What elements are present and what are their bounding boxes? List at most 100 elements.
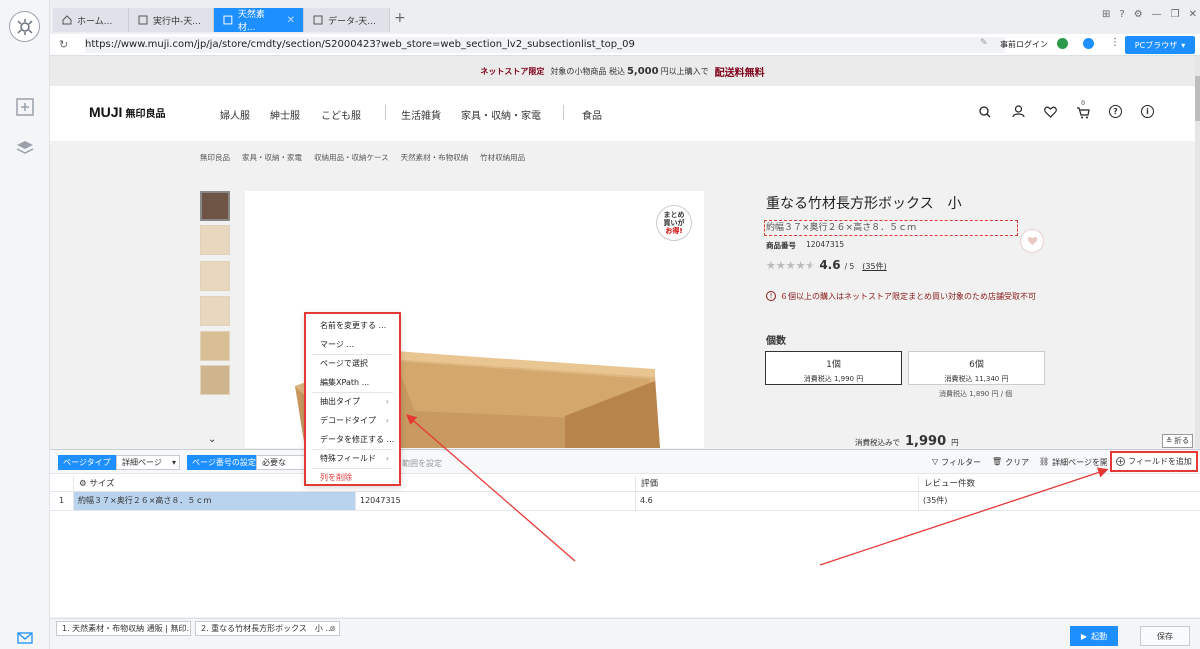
- pre-login-link[interactable]: 事前ログイン: [1000, 39, 1048, 50]
- thumbnail-2[interactable]: [200, 225, 230, 255]
- menu-item-modify-data[interactable]: データを修正する ...: [306, 430, 399, 449]
- breadcrumb-item[interactable]: 収納用品・収納ケース: [314, 152, 389, 163]
- muji-logo[interactable]: MUJI 無印良品: [89, 104, 165, 120]
- column-header-rating[interactable]: 評価: [635, 476, 918, 492]
- menu-item-decode-type[interactable]: デコードタイプ ›: [306, 411, 399, 430]
- page-scrollbar[interactable]: [1195, 56, 1200, 448]
- clear-button[interactable]: 🗑 クリア: [992, 457, 1029, 468]
- review-count-link[interactable]: (35件): [862, 261, 886, 272]
- close-icon[interactable]: ⊗: [329, 622, 336, 635]
- nav-furniture[interactable]: 家具・収納・家電: [461, 107, 541, 122]
- tab-label: ホーム...: [77, 16, 113, 27]
- save-button[interactable]: 保存: [1140, 626, 1190, 646]
- breadcrumb-item[interactable]: 天然素材・布物収納: [401, 152, 469, 163]
- thumbnail-5[interactable]: [200, 331, 230, 361]
- thumbnail-3[interactable]: [200, 261, 230, 291]
- page-type-value: 詳細ページ: [122, 458, 162, 467]
- nav-kids[interactable]: こども服: [321, 107, 361, 122]
- rating-row: ★★★★★ ★★★★★ 4.6 / 5 (35件): [766, 258, 887, 272]
- add-field-button[interactable]: + フィールドを追加: [1110, 451, 1198, 472]
- range-setting-link[interactable]: 範囲を設定: [402, 458, 442, 469]
- row-index: 1: [58, 496, 65, 505]
- web-page-view: ネットストア限定 対象の小物商品 税込 5,000 円以上購入で 配送料無料 M…: [50, 56, 1195, 448]
- help-icon[interactable]: ?: [1109, 105, 1122, 118]
- url-field[interactable]: https://www.muji.com/jp/ja/store/cmdty/s…: [85, 37, 1005, 53]
- help-icon[interactable]: ?: [1119, 9, 1124, 20]
- new-task-icon[interactable]: [14, 96, 36, 118]
- tab-home[interactable]: ホーム...: [53, 8, 129, 32]
- thumbnail-scroll-down-icon[interactable]: ⌄: [208, 434, 216, 445]
- fold-button[interactable]: ≚ 折る: [1162, 434, 1194, 448]
- mail-icon[interactable]: [14, 627, 36, 649]
- info-icon[interactable]: i: [1141, 105, 1154, 118]
- filter-button[interactable]: ▽ フィルター: [932, 457, 981, 468]
- clear-label: クリア: [1005, 458, 1030, 467]
- breadcrumb-item[interactable]: 家具・収納・家電: [242, 152, 302, 163]
- minimize-icon[interactable]: —: [1152, 9, 1162, 20]
- favorite-button[interactable]: [1020, 229, 1044, 253]
- page-type-select[interactable]: 詳細ページ ▾: [116, 455, 180, 470]
- nav-mens[interactable]: 紳士服: [270, 107, 300, 122]
- quantity-option-1[interactable]: 1個 消費税込 1,990 円: [765, 351, 902, 385]
- breadcrumb-item[interactable]: 竹材収納用品: [480, 152, 525, 163]
- nav-household[interactable]: 生活雑貨: [401, 107, 441, 122]
- close-window-icon[interactable]: ✕: [1189, 9, 1197, 20]
- status-green-icon: [1057, 38, 1068, 49]
- menu-item-rename[interactable]: 名前を変更する ...: [306, 316, 399, 335]
- run-label: 起動: [1091, 631, 1108, 641]
- pc-browser-button[interactable]: PCブラウザ ▾: [1125, 36, 1195, 54]
- settings-icon[interactable]: ⚙: [1134, 9, 1143, 20]
- nav-food[interactable]: 食品: [582, 107, 602, 122]
- menu-item-label: 特殊フィールド: [320, 454, 376, 463]
- option-title: 1個: [826, 360, 841, 370]
- page-tab-2[interactable]: 2. 重なる竹材長方形ボックス 小 ... ⊗: [195, 621, 340, 636]
- tab-natural-materials[interactable]: 天然素材... ✕: [214, 8, 304, 33]
- tab-data[interactable]: データ-天...: [304, 8, 390, 32]
- cell-size-selected[interactable]: 約幅３７×奥行２６×高さ８．５ｃｍ: [73, 492, 355, 510]
- thumbnail-6[interactable]: [200, 365, 230, 395]
- close-icon[interactable]: ✕: [287, 15, 295, 26]
- cart-count: 0: [1081, 100, 1085, 107]
- thumbnail-1[interactable]: [200, 191, 230, 221]
- menu-item-edit-xpath[interactable]: 編集XPath ...: [306, 373, 399, 392]
- cell-reviews[interactable]: (35件): [918, 492, 1200, 510]
- warning-icon: !: [766, 291, 776, 301]
- restore-icon[interactable]: ❐: [1171, 9, 1180, 20]
- new-tab-icon[interactable]: +: [394, 10, 406, 26]
- refresh-icon[interactable]: ↻: [59, 38, 68, 51]
- tab-running[interactable]: 実行中-天...: [129, 8, 214, 32]
- cell-rating[interactable]: 4.6: [635, 492, 918, 510]
- product-size-highlighted[interactable]: 約幅３７×奥行２６×高さ８．５ｃｍ: [764, 220, 1018, 236]
- page-tab-1[interactable]: 1. 天然素材・布物収納 通販 | 無印...: [56, 621, 191, 636]
- page-number-select[interactable]: 必要な: [256, 455, 306, 470]
- favorite-heart-icon[interactable]: [1044, 106, 1057, 118]
- breadcrumb-item[interactable]: 無印良品: [200, 152, 230, 163]
- promo-banner[interactable]: ネットストア限定 対象の小物商品 税込 5,000 円以上購入で 配送料無料: [50, 56, 1195, 86]
- edit-icon[interactable]: ✎: [980, 38, 988, 48]
- user-icon[interactable]: [1083, 38, 1094, 49]
- more-menu-icon[interactable]: ⋮: [1110, 37, 1120, 48]
- page-type-label: ページタイプ: [58, 455, 116, 470]
- plus-circle-icon: +: [1116, 457, 1126, 466]
- thumbnail-4[interactable]: [200, 296, 230, 326]
- cart-icon[interactable]: 0: [1076, 100, 1090, 119]
- menu-item-select-on-page[interactable]: ページで選択: [306, 354, 399, 373]
- menu-item-delete-column[interactable]: 列を削除: [306, 468, 399, 487]
- search-icon[interactable]: [979, 106, 991, 118]
- open-detail-page-button[interactable]: ⛓詳細ページを開く: [1039, 457, 1107, 468]
- cell-product-code[interactable]: 12047315: [355, 492, 635, 510]
- logo-en: MUJI: [89, 104, 123, 120]
- column-header-reviews[interactable]: レビュー件数: [918, 476, 1200, 492]
- layers-icon[interactable]: [14, 137, 36, 159]
- menu-item-extract-type[interactable]: 抽出タイプ ›: [306, 392, 399, 411]
- quantity-option-6[interactable]: 6個 消費税込 11,340 円: [908, 351, 1045, 385]
- nav-womens[interactable]: 婦人服: [220, 107, 250, 122]
- gift-icon[interactable]: ⊞: [1102, 9, 1110, 20]
- run-button[interactable]: ▶ 起動: [1070, 626, 1118, 646]
- menu-item-merge[interactable]: マージ ...: [306, 335, 399, 354]
- promo-suffix: 円以上購入で: [660, 66, 709, 76]
- account-icon[interactable]: [1012, 105, 1025, 118]
- menu-item-special-field[interactable]: 特殊フィールド ›: [306, 449, 399, 468]
- option-price: 消費税込 1,990 円: [803, 375, 864, 383]
- nav-divider: [563, 105, 564, 120]
